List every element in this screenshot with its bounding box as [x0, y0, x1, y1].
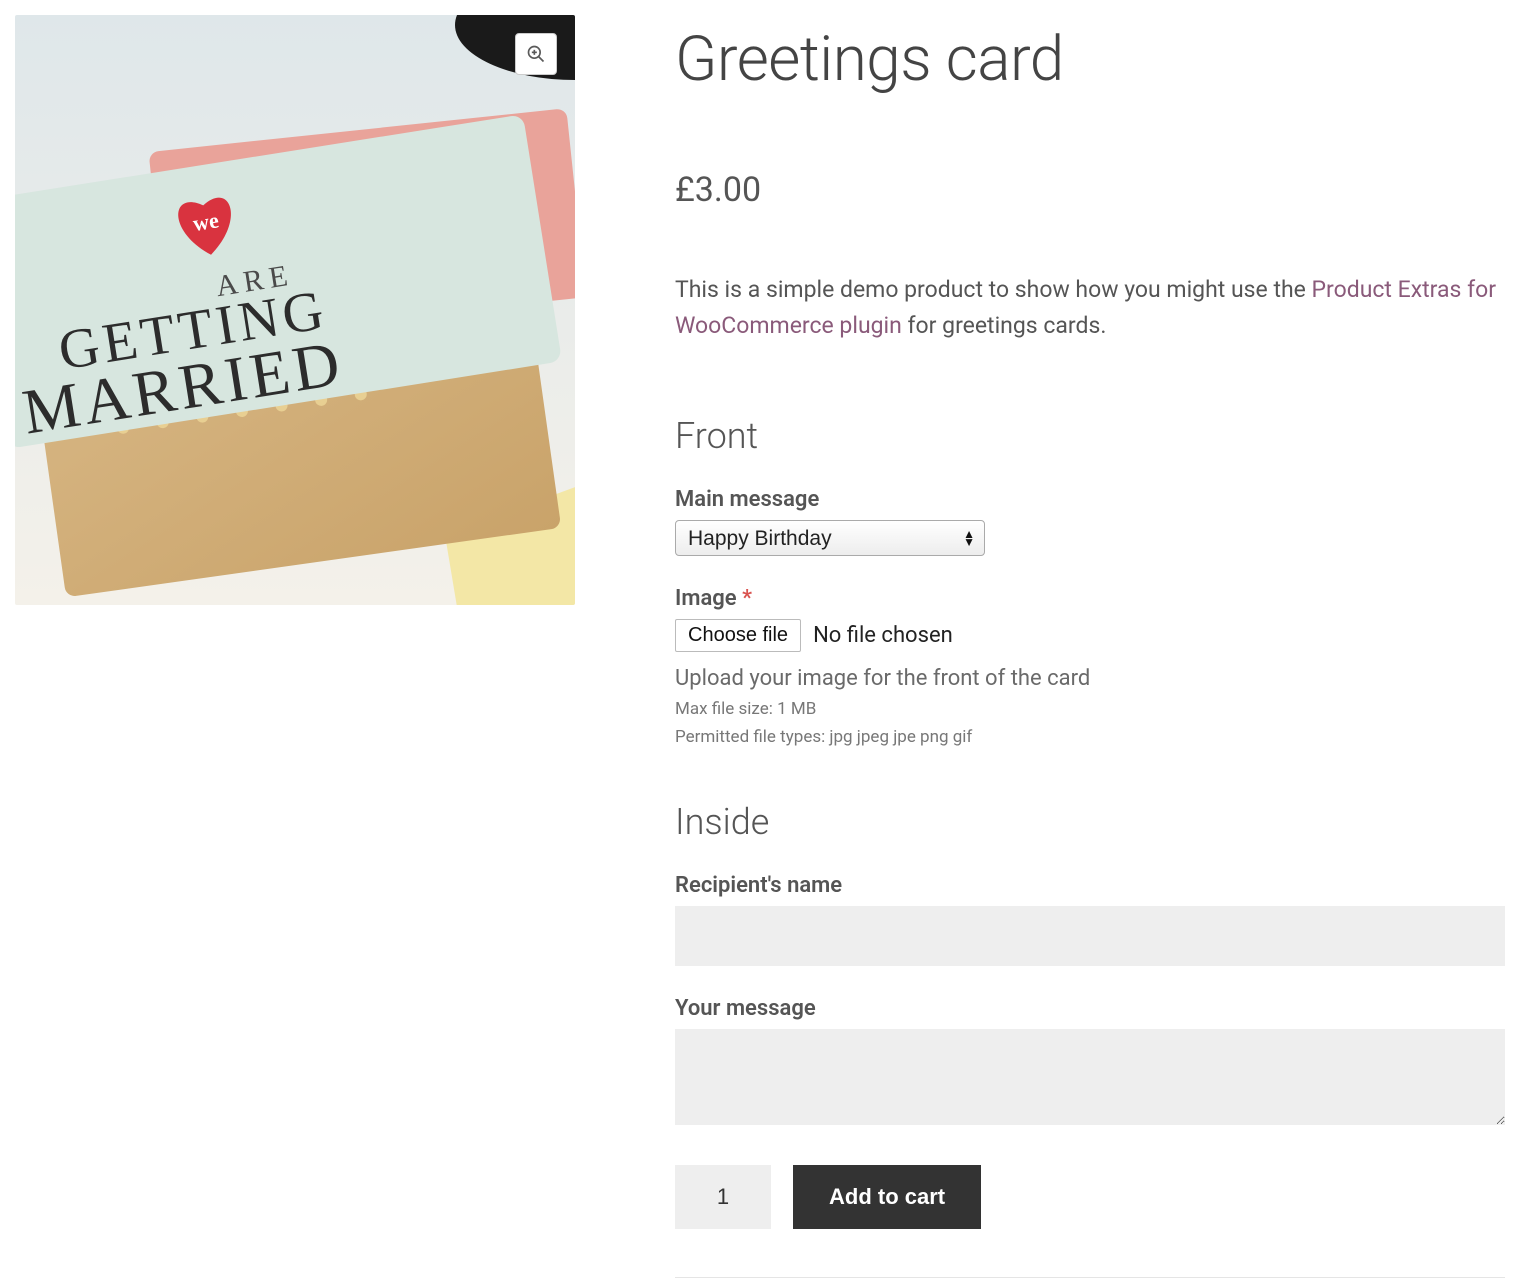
svg-text:we: we [191, 207, 220, 236]
image-label-text: Image [675, 586, 737, 611]
main-message-select[interactable]: Happy Birthday [675, 520, 985, 556]
add-to-cart-button[interactable]: Add to cart [793, 1165, 981, 1229]
desc-prefix: This is a simple demo product to show ho… [675, 276, 1312, 303]
your-message-textarea[interactable] [675, 1029, 1505, 1125]
choose-file-button[interactable]: Choose file [675, 619, 801, 652]
section-heading-inside: Inside [675, 801, 1505, 843]
image-file-types: Permitted file types: jpg jpeg jpe png g… [675, 727, 1505, 747]
quantity-input[interactable] [675, 1165, 771, 1229]
magnifier-plus-icon [526, 44, 546, 64]
recipient-name-label: Recipient's name [675, 873, 1505, 898]
zoom-button[interactable] [515, 33, 557, 75]
section-heading-front: Front [675, 415, 1505, 457]
product-image-container: we ARE GETTING MARRIED [15, 15, 575, 605]
product-image[interactable]: we ARE GETTING MARRIED [15, 15, 575, 605]
product-price: £3.00 [675, 170, 1505, 210]
image-max-size: Max file size: 1 MB [675, 699, 1505, 719]
product-description: This is a simple demo product to show ho… [675, 272, 1505, 343]
product-title: Greetings card [675, 27, 1505, 92]
recipient-name-input[interactable] [675, 906, 1505, 966]
main-message-label: Main message [675, 487, 1505, 512]
your-message-label: Your message [675, 996, 1505, 1021]
required-mark: * [742, 586, 752, 611]
file-status: No file chosen [813, 623, 953, 648]
image-hint: Upload your image for the front of the c… [675, 666, 1505, 691]
desc-suffix: for greetings cards. [902, 312, 1107, 339]
image-label: Image * [675, 586, 1505, 611]
